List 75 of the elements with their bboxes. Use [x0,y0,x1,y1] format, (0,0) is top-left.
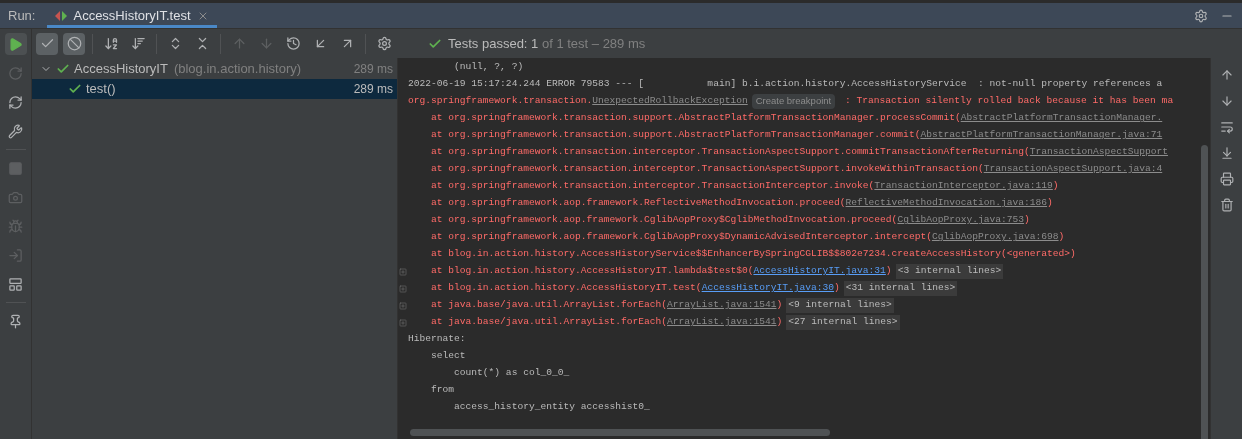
console-text: at org.springframework.transaction.interceptor.TransactionInterceptor.invoke( [430,179,875,194]
console-text: count(*) as col_0_0_ [453,366,570,381]
settings-icon [376,36,392,51]
printer-icon [1219,171,1234,186]
console-text: ) [1058,230,1065,245]
console-text: at blog.in.action.history.AccessHistoryIT.lambda$test$0( [430,264,754,279]
horizontal-scrollbar[interactable] [410,429,830,436]
console-text: (null, ?, ?) [453,60,524,75]
source-link[interactable]: ReflectiveMethodInvocation.java:186 [845,196,1048,211]
folded-lines[interactable]: <27 internal lines> [786,315,900,330]
console-text: at org.springframework.aop.framework.CglibAopProxy$DynamicAdvisedInterceptor.intercept( [430,230,932,245]
source-link[interactable]: TransactionInterceptor.java:119 [874,179,1053,194]
console-text: access_history_entity accesshist0_ [453,400,650,415]
source-link[interactable]: TransactionAspectSupport.java:4 [983,162,1163,177]
history-icon [285,36,301,51]
breakpoint-hint[interactable]: Create breakpoint [751,94,836,109]
test-duration: 289 ms [353,61,393,78]
console-text: ) [776,298,783,313]
test-row[interactable]: AccessHistoryIT (blog.in.action.history) 289 ms [32,59,397,79]
console-text: at org.springframework.transaction.support.AbstractPlatformTransactionManager.commit( [430,128,921,143]
run-config-icon [55,10,68,21]
console-text: at java.base/java.util.ArrayList.forEach( [430,315,668,330]
trash-icon [1219,197,1234,212]
console-text: ) [885,264,892,279]
arrow-down-icon [1219,93,1234,108]
vertical-scrollbar[interactable] [1201,145,1208,439]
toolbar-button[interactable] [63,32,85,55]
console-text: Hibernate: [408,332,466,347]
folded-lines[interactable]: <3 internal lines> [895,264,1004,279]
scroll-end-icon [1219,145,1234,160]
console-text: ) [1052,179,1059,194]
console-text: ) [1024,213,1030,228]
test-duration: 289 ms [353,81,393,98]
arrow-up-icon [1219,67,1234,82]
folded-lines[interactable]: <31 internal lines> [843,281,958,296]
console-text: at org.springframework.transaction.support.AbstractPlatformTransactionManager.processCommit( [430,111,961,126]
console-text: at blog.in.action.history.AccessHistoryIT.test( [430,281,702,296]
ban-icon [66,36,82,51]
source-link[interactable]: ArrayList.java:1541 [667,298,777,313]
source-link[interactable]: CglibAopProxy.java:698 [931,230,1059,245]
source-link[interactable]: AccessHistoryIT.java:31 [753,264,886,279]
console-text: select [430,349,466,364]
test-row[interactable]: test() 289 ms [32,79,397,99]
sort-duration-icon [130,36,146,51]
console-text: at org.springframework.aop.framework.ReflectiveMethodInvocation.proceed( [430,196,846,211]
test-name: test() [86,80,116,99]
console-text: at blog.in.action.history.AccessHistoryService$$EnhancerBySpringCGLIB$$802e7234.createAccessHistory(<generated>) [430,247,1076,262]
source-link[interactable]: AbstractPlatformTransactionManager.java:71 [920,128,1163,143]
console-text: ) [1047,196,1053,211]
console-text: 2022-06-19 15:17:24.244 ERROR 79583 --- [ main] b.i.action.history.AccessHistoryService : not-null property references a [408,77,1163,92]
run-label: Run: [8,6,36,25]
test-package: (blog.in.action.history) [173,60,302,79]
test-name: AccessHistoryIT [74,60,168,79]
settings-icon[interactable] [1194,8,1208,23]
source-link[interactable]: CglibAopProxy.java:753 [897,213,1025,228]
toolbar-button[interactable] [36,32,58,55]
wrap-icon [1219,119,1234,134]
source-link[interactable]: AbstractPlatformTransactionManager. [960,111,1163,126]
console-text: : Transaction silently rolled back because it has been ma [843,94,1174,109]
source-link[interactable]: TransactionAspectSupport [1029,145,1168,160]
sort-alpha-icon [103,36,119,51]
console-text: at java.base/java.util.ArrayList.forEach( [430,298,668,313]
console-text: at org.springframework.transaction.interceptor.TransactionAspectSupport.invokeWithinTransaction( [430,162,984,177]
folded-lines[interactable]: <9 internal lines> [786,298,894,313]
source-link[interactable]: AccessHistoryIT.java:30 [701,281,835,296]
console-text: ) [776,315,783,330]
console-text: from [430,383,455,398]
test-status: Tests passed: 1 of 1 test – 289 ms [448,34,646,53]
console-text: at org.springframework.aop.framework.CglibAopProxy$CglibMethodInvocation.proceed( [430,213,898,228]
run-tab[interactable]: AccessHistoryIT.test [47,3,217,28]
console-text: at org.springframework.transaction.interceptor.TransactionAspectSupport.commitTransactionAfterReturning( [430,145,1030,160]
console-text: org.springframework.transaction. [408,94,593,109]
source-link[interactable]: ArrayList.java:1541 [667,315,777,330]
source-link[interactable]: UnexpectedRollbackException [592,94,748,109]
console-text: ) [834,281,840,296]
